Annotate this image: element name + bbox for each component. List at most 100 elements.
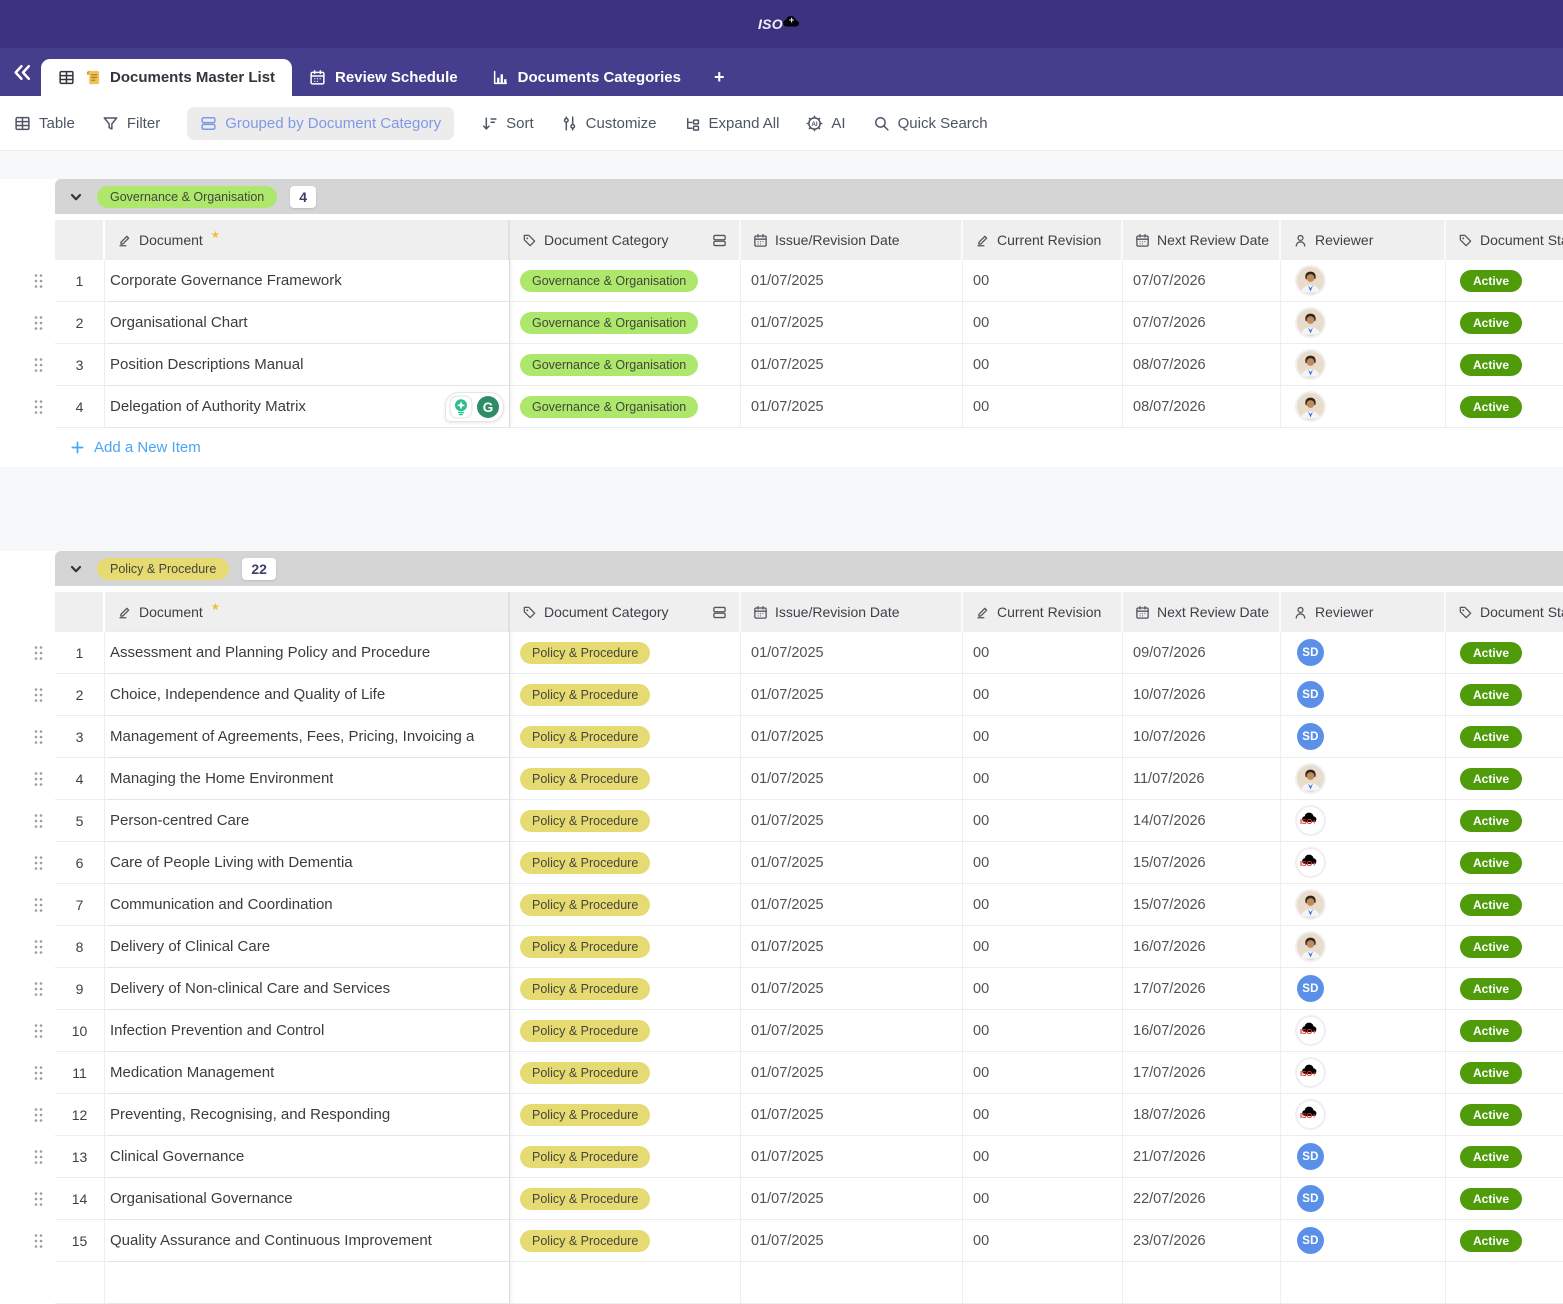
- column-header-next-review-date[interactable]: Next Review Date: [1123, 220, 1281, 260]
- reviewer-cell[interactable]: ISO+: [1281, 800, 1446, 841]
- document-status-cell[interactable]: Active: [1446, 884, 1563, 925]
- next-review-date-cell[interactable]: 15/07/2026: [1123, 842, 1281, 883]
- reviewer-avatar-iso-logo[interactable]: ISO+: [1297, 1101, 1324, 1128]
- column-header-next-review-date[interactable]: Next Review Date: [1123, 592, 1281, 632]
- drag-handle-icon[interactable]: [33, 1232, 44, 1249]
- current-revision-cell[interactable]: 00: [963, 1178, 1123, 1219]
- document-name-cell[interactable]: Corporate Governance Framework: [105, 260, 510, 301]
- document-status-cell[interactable]: Active: [1446, 800, 1563, 841]
- document-category-cell[interactable]: Policy & Procedure: [510, 1136, 741, 1177]
- document-category-cell[interactable]: Policy & Procedure: [510, 842, 741, 883]
- current-revision-cell[interactable]: 00: [963, 716, 1123, 757]
- lightbulb-suggestion-icon[interactable]: [449, 395, 473, 419]
- tab-documents-master-list[interactable]: Documents Master List: [41, 59, 292, 96]
- filter-button[interactable]: Filter: [102, 115, 160, 132]
- reviewer-cell[interactable]: [1281, 884, 1446, 925]
- document-category-cell[interactable]: Governance & Organisation: [510, 386, 741, 427]
- column-header-issue-revision-date[interactable]: Issue/Revision Date: [741, 592, 963, 632]
- document-category-cell[interactable]: Policy & Procedure: [510, 884, 741, 925]
- issue-revision-date-cell[interactable]: 01/07/2025: [741, 1010, 963, 1051]
- reviewer-avatar-initials[interactable]: SD: [1297, 681, 1324, 708]
- current-revision-cell[interactable]: 00: [963, 884, 1123, 925]
- document-name-cell[interactable]: Management of Agreements, Fees, Pricing,…: [105, 716, 510, 757]
- document-category-cell[interactable]: Policy & Procedure: [510, 1220, 741, 1261]
- add-new-item-row[interactable]: Add a New Item: [55, 428, 1563, 467]
- document-status-cell[interactable]: Active: [1446, 1136, 1563, 1177]
- reviewer-cell[interactable]: SD: [1281, 968, 1446, 1009]
- grouped-by-button[interactable]: Grouped by Document Category: [187, 107, 454, 140]
- document-category-cell[interactable]: Policy & Procedure: [510, 800, 741, 841]
- document-category-cell[interactable]: Governance & Organisation: [510, 260, 741, 301]
- current-revision-cell[interactable]: 00: [963, 260, 1123, 301]
- document-name-cell[interactable]: Organisational Chart: [105, 302, 510, 343]
- column-header-document[interactable]: Document★: [105, 220, 510, 260]
- issue-revision-date-cell[interactable]: 01/07/2025: [741, 968, 963, 1009]
- current-revision-cell[interactable]: 00: [963, 1094, 1123, 1135]
- document-category-cell[interactable]: Policy & Procedure: [510, 1010, 741, 1051]
- document-status-cell[interactable]: Active: [1446, 758, 1563, 799]
- document-name-cell[interactable]: Delivery of Non-clinical Care and Servic…: [105, 968, 510, 1009]
- drag-handle-icon[interactable]: [33, 272, 44, 289]
- next-review-date-cell[interactable]: 07/07/2026: [1123, 302, 1281, 343]
- issue-revision-date-cell[interactable]: 01/07/2025: [741, 1178, 963, 1219]
- document-name-cell[interactable]: Managing the Home Environment: [105, 758, 510, 799]
- reviewer-avatar-photo[interactable]: [1297, 765, 1324, 792]
- reviewer-avatar-initials[interactable]: SD: [1297, 723, 1324, 750]
- current-revision-cell[interactable]: 00: [963, 800, 1123, 841]
- issue-revision-date-cell[interactable]: 01/07/2025: [741, 842, 963, 883]
- document-category-cell[interactable]: Policy & Procedure: [510, 632, 741, 673]
- drag-handle-icon[interactable]: [33, 728, 44, 745]
- document-name-cell[interactable]: Organisational Governance: [105, 1178, 510, 1219]
- current-revision-cell[interactable]: 00: [963, 758, 1123, 799]
- next-review-date-cell[interactable]: 11/07/2026: [1123, 758, 1281, 799]
- issue-revision-date-cell[interactable]: 01/07/2025: [741, 344, 963, 385]
- document-status-cell[interactable]: Active: [1446, 344, 1563, 385]
- next-review-date-cell[interactable]: 08/07/2026: [1123, 344, 1281, 385]
- column-header-reviewer[interactable]: Reviewer: [1281, 592, 1446, 632]
- document-category-cell[interactable]: Policy & Procedure: [510, 1094, 741, 1135]
- document-name-cell[interactable]: Clinical Governance: [105, 1136, 510, 1177]
- column-header-document[interactable]: Document★: [105, 592, 510, 632]
- drag-handle-icon[interactable]: [33, 770, 44, 787]
- add-tab-button[interactable]: +: [698, 59, 741, 96]
- next-review-date-cell[interactable]: 17/07/2026: [1123, 968, 1281, 1009]
- tab-review-schedule[interactable]: Review Schedule: [292, 59, 475, 96]
- document-status-cell[interactable]: Active: [1446, 1220, 1563, 1261]
- drag-handle-icon[interactable]: [33, 314, 44, 331]
- document-name-cell[interactable]: Quality Assurance and Continuous Improve…: [105, 1220, 510, 1261]
- expand-all-button[interactable]: Expand All: [684, 115, 780, 132]
- reviewer-avatar-initials[interactable]: SD: [1297, 639, 1324, 666]
- current-revision-cell[interactable]: 00: [963, 1136, 1123, 1177]
- column-header-issue-revision-date[interactable]: Issue/Revision Date: [741, 220, 963, 260]
- drag-handle-icon[interactable]: [33, 1106, 44, 1123]
- drag-handle-icon[interactable]: [33, 1190, 44, 1207]
- drag-handle-icon[interactable]: [33, 938, 44, 955]
- group-by-icon[interactable]: [712, 605, 727, 620]
- next-review-date-cell[interactable]: 16/07/2026: [1123, 926, 1281, 967]
- issue-revision-date-cell[interactable]: 01/07/2025: [741, 1052, 963, 1093]
- document-status-cell[interactable]: Active: [1446, 632, 1563, 673]
- next-review-date-cell[interactable]: 18/07/2026: [1123, 1094, 1281, 1135]
- reviewer-cell[interactable]: [1281, 344, 1446, 385]
- sort-button[interactable]: Sort: [481, 115, 534, 132]
- issue-revision-date-cell[interactable]: 01/07/2025: [741, 884, 963, 925]
- reviewer-cell[interactable]: SD: [1281, 1178, 1446, 1219]
- document-status-cell[interactable]: Active: [1446, 842, 1563, 883]
- drag-handle-icon[interactable]: [33, 644, 44, 661]
- document-status-cell[interactable]: Active: [1446, 302, 1563, 343]
- next-review-date-cell[interactable]: 23/07/2026: [1123, 1220, 1281, 1261]
- current-revision-cell[interactable]: 00: [963, 674, 1123, 715]
- document-category-cell[interactable]: Policy & Procedure: [510, 1052, 741, 1093]
- reviewer-cell[interactable]: ISO+: [1281, 1094, 1446, 1135]
- reviewer-avatar-initials[interactable]: SD: [1297, 975, 1324, 1002]
- drag-handle-icon[interactable]: [33, 1022, 44, 1039]
- document-name-cell[interactable]: Person-centred Care: [105, 800, 510, 841]
- reviewer-avatar-iso-logo[interactable]: ISO+: [1297, 1059, 1324, 1086]
- document-category-cell[interactable]: Policy & Procedure: [510, 968, 741, 1009]
- document-name-cell[interactable]: Infection Prevention and Control: [105, 1010, 510, 1051]
- reviewer-avatar-photo[interactable]: [1297, 309, 1324, 336]
- reviewer-cell[interactable]: SD: [1281, 716, 1446, 757]
- issue-revision-date-cell[interactable]: 01/07/2025: [741, 302, 963, 343]
- current-revision-cell[interactable]: 00: [963, 842, 1123, 883]
- reviewer-cell[interactable]: ISO+: [1281, 1010, 1446, 1051]
